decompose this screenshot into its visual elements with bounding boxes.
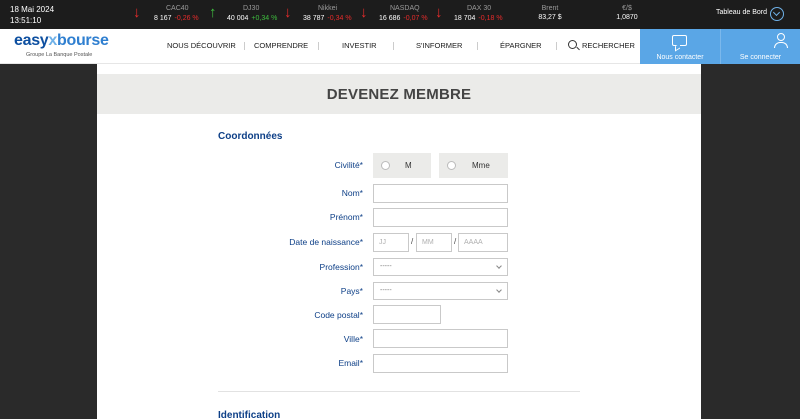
ticker-name: Nikkei <box>318 5 338 12</box>
site-header: easyxbourse Groupe La Banque Postale NOU… <box>0 29 800 64</box>
ticker-item-dax30[interactable]: ↓ DAX 30 18 704 -0,18 % <box>435 3 505 27</box>
email-label: Email* <box>338 358 363 368</box>
civility-label: Civilité* <box>334 160 363 170</box>
birth-year-input[interactable] <box>458 233 508 252</box>
ticker-change: -0,18 % <box>478 15 503 22</box>
arrow-up-icon: ↑ <box>209 4 217 21</box>
nav-comprendre[interactable]: COMPRENDRE <box>254 41 308 50</box>
nav-divider <box>318 42 319 50</box>
nav-epargner[interactable]: ÉPARGNER <box>500 41 542 50</box>
section-title-coordonnees: Coordonnées <box>218 131 283 142</box>
radio-button[interactable] <box>447 161 456 170</box>
nav-divider <box>244 42 245 50</box>
select-value: ----- <box>380 287 392 294</box>
ticker-value: 1,0870 <box>616 14 638 21</box>
ticker-item-brent[interactable]: Brent 83,27 $ <box>530 5 570 21</box>
postal-code-input[interactable] <box>373 305 441 324</box>
ticker-date: 18 Mai 2024 <box>10 5 55 14</box>
nav-nous-decouvrir[interactable]: NOUS DÉCOUVRIR <box>167 41 236 50</box>
ticker-name: €/$ <box>622 5 632 12</box>
ticker-change: -0,34 % <box>327 15 352 22</box>
ticker-datetime: 18 Mai 2024 13:51:10 <box>10 4 54 26</box>
birthdate-label: Date de naissance* <box>289 237 363 247</box>
site-logo[interactable]: easyxbourse Groupe La Banque Postale <box>14 32 109 59</box>
ticker-item-dj30[interactable]: ↑ DJ30 40 004 +0,34 % <box>209 3 279 27</box>
chevron-down-icon <box>496 287 502 293</box>
search-button[interactable]: RECHERCHER <box>582 41 635 50</box>
ticker-time: 13:51:10 <box>10 16 42 25</box>
radio-label: Mme <box>472 161 490 170</box>
civility-radio-m[interactable]: M <box>373 153 431 178</box>
ticker-item-nikkei[interactable]: ↓ Nikkei 38 787 -0,34 % <box>284 3 354 27</box>
birth-day-input[interactable] <box>373 233 409 252</box>
contact-label: Nous contacter <box>656 54 704 61</box>
signup-page: DEVENEZ MEMBRE Coordonnées Civilité* M M… <box>97 64 701 419</box>
nav-divider <box>477 42 478 50</box>
birth-month-input[interactable] <box>416 233 452 252</box>
ticker-item-nasdaq[interactable]: ↓ NASDAQ 16 686 -0,07 % <box>360 3 430 27</box>
dashboard-button[interactable]: Tableau de Bord <box>716 9 767 16</box>
ticker-name: DAX 30 <box>467 5 492 12</box>
nav-divider <box>556 42 557 50</box>
chevron-down-circle-icon[interactable] <box>770 7 784 21</box>
profession-select[interactable]: ----- <box>373 258 508 276</box>
ticker-item-eurusd[interactable]: €/$ 1,0870 <box>607 5 647 21</box>
ticker-name: Brent <box>541 5 559 12</box>
civility-radio-mme[interactable]: Mme <box>439 153 508 178</box>
pays-select[interactable]: ----- <box>373 282 508 300</box>
prenom-label: Prénom* <box>329 212 363 222</box>
ville-input[interactable] <box>373 329 508 348</box>
ticker-name: NASDAQ <box>390 5 420 12</box>
ticker-item-cac40[interactable]: ↓ CAC40 8 167 -0,26 % <box>133 3 203 27</box>
date-separator: / <box>411 237 414 246</box>
radio-button[interactable] <box>381 161 390 170</box>
login-button[interactable]: Se connecter <box>720 29 800 64</box>
nav-divider <box>393 42 394 50</box>
ticker-value: 8 167 <box>154 15 172 22</box>
nom-label: Nom* <box>341 188 363 198</box>
user-icon <box>774 33 788 48</box>
contact-button[interactable]: Nous contacter <box>640 29 720 64</box>
logo-subtitle: Groupe La Banque Postale <box>26 52 93 58</box>
logo-text-easy: easy <box>14 32 49 49</box>
ticker-name: CAC40 <box>166 5 189 12</box>
arrow-down-icon: ↓ <box>360 4 368 21</box>
logo-x-icon: x <box>48 32 58 49</box>
section-title-identification: Identification <box>218 410 281 419</box>
prenom-input[interactable] <box>373 208 508 227</box>
radio-label: M <box>405 161 412 170</box>
logo-text-bourse: bourse <box>57 32 109 49</box>
postal-code-label: Code postal* <box>314 310 363 320</box>
ticker-value: 38 787 <box>303 15 325 22</box>
ticker-value: 18 704 <box>454 15 476 22</box>
ville-label: Ville* <box>343 334 363 344</box>
arrow-down-icon: ↓ <box>284 4 292 21</box>
nav-sinformer[interactable]: S'INFORMER <box>416 41 462 50</box>
nom-input[interactable] <box>373 184 508 203</box>
search-icon[interactable] <box>568 40 577 49</box>
ticker-name: DJ30 <box>243 5 260 12</box>
market-ticker-bar: 18 Mai 2024 13:51:10 ↓ CAC40 8 167 -0,26 … <box>0 0 800 29</box>
login-label: Se connecter <box>739 54 782 61</box>
select-value: ----- <box>380 263 392 270</box>
email-input[interactable] <box>373 354 508 373</box>
ticker-value: 16 686 <box>379 15 401 22</box>
page-banner: DEVENEZ MEMBRE <box>97 74 701 114</box>
section-divider <box>218 391 580 392</box>
chat-bubble-icon <box>672 35 687 46</box>
ticker-value: 40 004 <box>227 15 249 22</box>
ticker-value: 83,27 $ <box>538 14 562 21</box>
arrow-down-icon: ↓ <box>435 4 443 21</box>
arrow-down-icon: ↓ <box>133 4 141 21</box>
date-separator: / <box>454 237 457 246</box>
page-title: DEVENEZ MEMBRE <box>326 86 472 103</box>
chevron-down-icon <box>496 263 502 269</box>
ticker-change: -0,26 % <box>174 15 199 22</box>
pays-label: Pays* <box>340 286 363 296</box>
ticker-change: -0,07 % <box>403 15 428 22</box>
ticker-change: +0,34 % <box>251 15 278 22</box>
profession-label: Profession* <box>319 262 363 272</box>
nav-investir[interactable]: INVESTIR <box>342 41 377 50</box>
